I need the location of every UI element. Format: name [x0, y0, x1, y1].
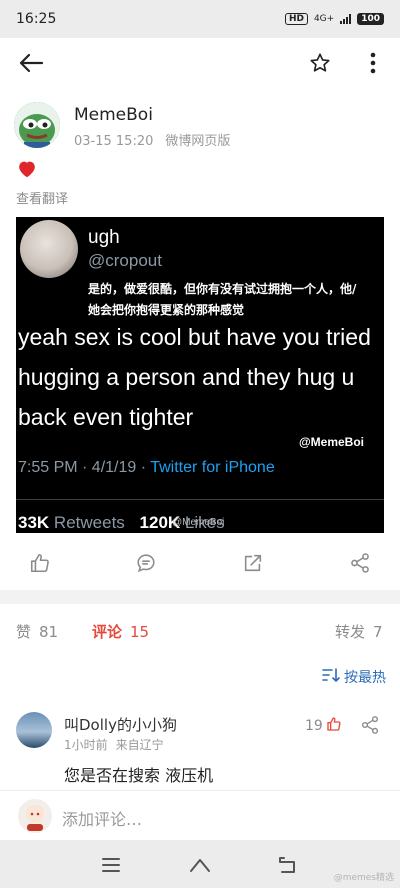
tweet-time: 7:55 PM · 4/1/19 ·: [18, 459, 147, 476]
post-image[interactable]: ugh @cropout 是的，做爱很酷，但你有没有试过拥抱一个人，他/她会把你…: [16, 217, 384, 533]
tab-likes[interactable]: 赞 81: [16, 621, 58, 642]
status-icons: HD 4G+ 100: [284, 13, 384, 25]
author-name[interactable]: MemeBoi: [74, 105, 153, 125]
more-vertical-icon[interactable]: [358, 48, 388, 78]
tweet-english-text: yeah sex is cool but have you tried hugg…: [18, 324, 371, 430]
repost-icon[interactable]: [240, 550, 266, 576]
tweet-app: Twitter for iPhone: [150, 459, 275, 476]
tab-likes-count: 81: [39, 623, 59, 641]
hd-badge: HD: [284, 13, 308, 25]
tweet-name: ugh: [88, 227, 120, 248]
tab-reposts[interactable]: 转发 7: [335, 621, 383, 642]
tab-likes-label: 赞: [16, 623, 32, 641]
tab-comments-label: 评论: [92, 623, 123, 641]
tweet-chinese-caption: 是的，做爱很酷，但你有没有试过拥抱一个人，他/她会把你抱得更紧的那种感觉: [88, 282, 357, 317]
tweet-avatar: [20, 220, 78, 278]
tab-comments[interactable]: 评论 15: [92, 621, 149, 642]
share-icon[interactable]: [360, 715, 382, 737]
home-icon[interactable]: [187, 852, 213, 878]
sort-label: 按最热: [344, 670, 386, 686]
image-watermark-small: @MemeBoi: [172, 517, 225, 528]
retweets-label: Retweets: [53, 513, 125, 532]
sort-icon: [322, 668, 340, 686]
status-bar: 16:25 HD 4G+ 100: [0, 0, 400, 38]
back-icon[interactable]: [276, 852, 302, 878]
section-divider: [0, 590, 400, 604]
comment-time: 1小时前: [64, 738, 108, 752]
top-nav-bar: [0, 38, 400, 88]
comment-meta: 1小时前 来自辽宁: [64, 736, 172, 753]
tab-reposts-label: 转发: [335, 623, 366, 641]
network-label: 4G+: [313, 14, 335, 24]
tweet-divider: [16, 499, 384, 500]
post-action-bar: [0, 540, 400, 586]
engagement-tabs: 赞 81 评论 15 转发 7: [0, 604, 400, 656]
post-source: 微博网页版: [165, 134, 231, 149]
tab-comments-count: 15: [130, 623, 150, 641]
post-meta: 03-15 15:20 微博网页版: [74, 130, 242, 149]
commenter-avatar[interactable]: [16, 712, 52, 748]
system-nav-bar: @memes精选: [0, 840, 400, 888]
menu-icon[interactable]: [98, 852, 124, 878]
my-avatar: [18, 799, 52, 833]
arrow-left-icon[interactable]: [16, 48, 46, 78]
retweets-count: 33K: [18, 513, 50, 532]
red-heart-emoji: [16, 158, 38, 180]
status-time: 16:25: [16, 11, 57, 27]
comment-item: 叫Dolly的小小狗 1小时前 来自辽宁 19 您是否在搜索 液压机: [0, 706, 400, 786]
sort-row: 按最热: [0, 664, 400, 690]
tab-reposts-count: 7: [373, 623, 383, 641]
commenter-name[interactable]: 叫Dolly的小小狗: [64, 714, 177, 735]
comment-icon[interactable]: [133, 550, 159, 576]
thumb-up-icon: [326, 716, 342, 736]
thumb-up-icon[interactable]: [27, 550, 53, 576]
tweet-timestamp: 7:55 PM · 4/1/19 · Twitter for iPhone: [18, 459, 275, 477]
comment-input[interactable]: 添加评论…: [62, 806, 142, 830]
star-outline-icon[interactable]: [305, 48, 335, 78]
comment-like-button[interactable]: 19: [305, 716, 342, 736]
signal-icon: [340, 14, 352, 24]
author-avatar[interactable]: [14, 102, 60, 148]
tweet-handle: @cropout: [88, 251, 162, 270]
comment-text: 您是否在搜索 液压机: [64, 766, 214, 785]
sort-button[interactable]: 按最热: [322, 667, 386, 687]
system-watermark: @memes精选: [333, 873, 394, 883]
comment-compose-bar[interactable]: 添加评论…: [0, 790, 400, 840]
comment-like-count: 19: [305, 718, 323, 734]
translate-link[interactable]: 查看翻译: [16, 188, 68, 207]
comment-location: 来自辽宁: [115, 738, 164, 752]
post-date: 03-15 15:20: [74, 134, 154, 149]
post-author-row: MemeBoi 03-15 15:20 微博网页版: [14, 100, 386, 150]
image-watermark: @MemeBoi: [298, 435, 364, 449]
share-icon[interactable]: [347, 550, 373, 576]
battery-icon: 100: [357, 13, 384, 25]
